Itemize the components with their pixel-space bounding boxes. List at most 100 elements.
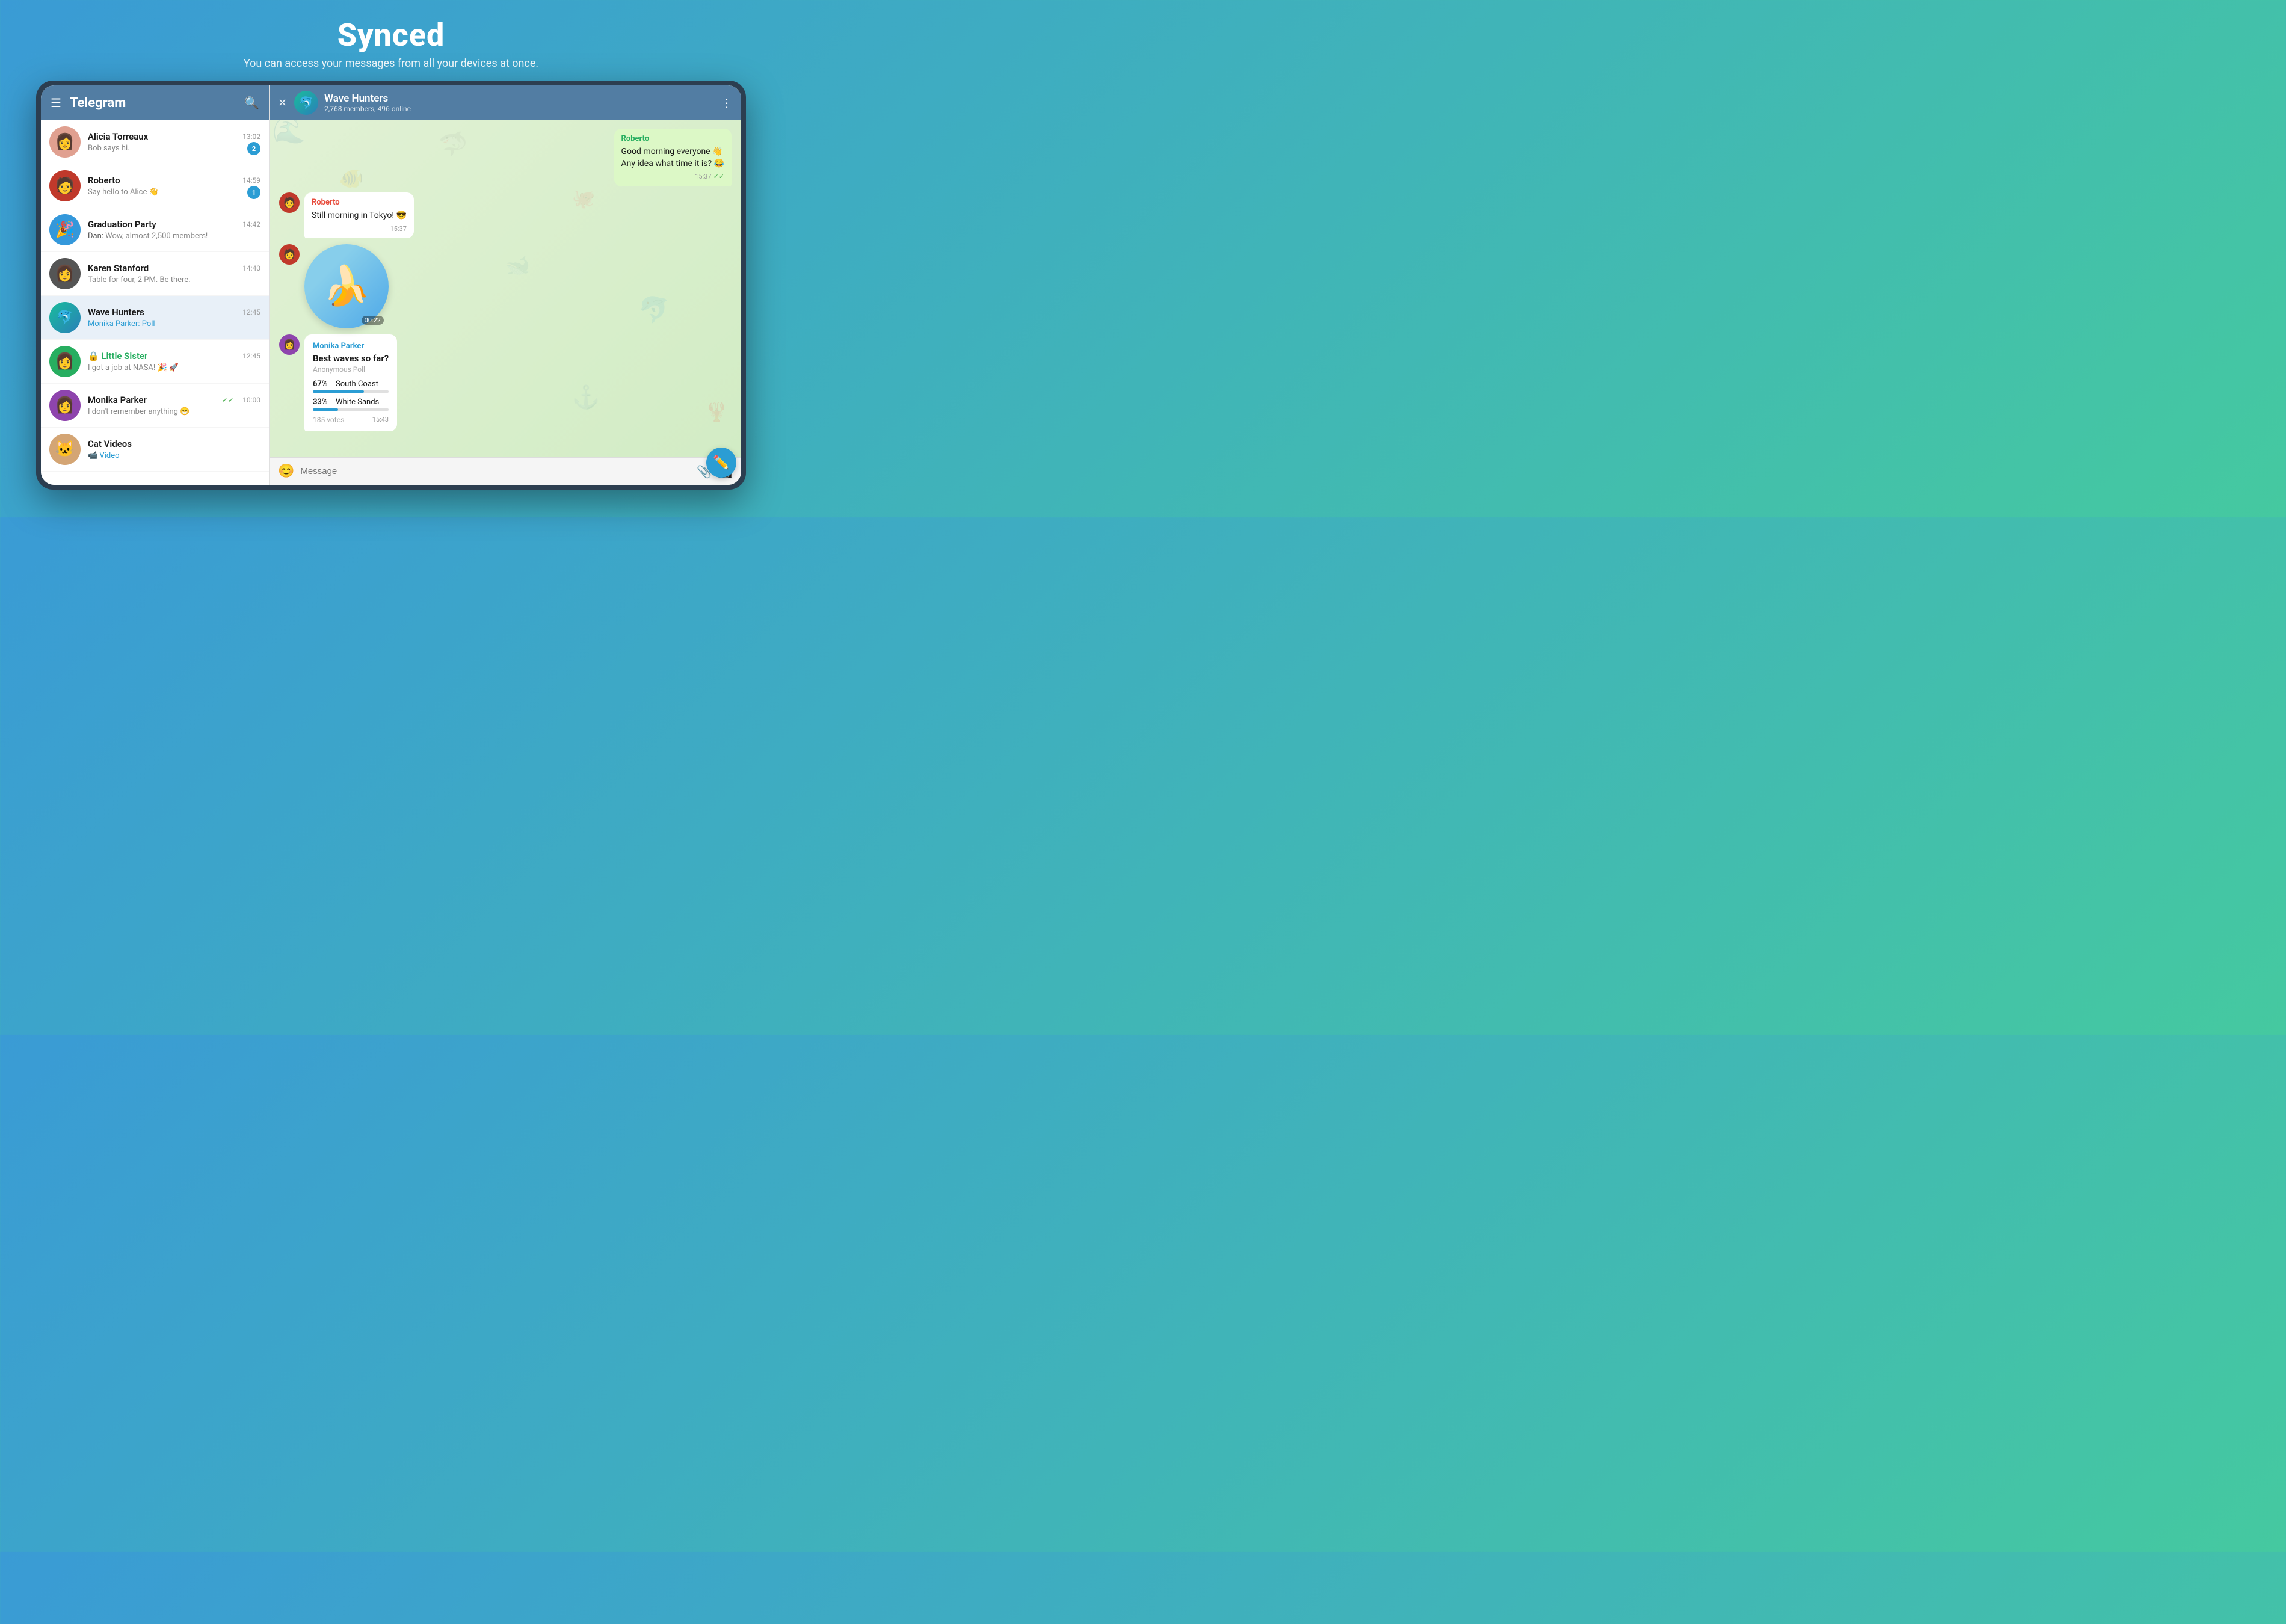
page-header: Synced You can access your messages from…	[244, 0, 538, 81]
close-button[interactable]: ✕	[278, 97, 287, 109]
chat-info: 🔒 Little Sister 12:45 I got a job at NAS…	[88, 351, 260, 372]
chat-info: Wave Hunters 12:45 Monika Parker: Poll	[88, 307, 260, 328]
chat-item-wavehunters[interactable]: 🐬 Wave Hunters 12:45 Monika Parker: Poll	[41, 296, 269, 340]
group-members: 2,768 members, 496 online	[324, 105, 721, 113]
app-container: ☰ Telegram 🔍 👩 Alicia Torreaux 13:02	[41, 85, 741, 485]
chat-list: 👩 Alicia Torreaux 13:02 Bob says hi. 2	[41, 120, 269, 485]
chat-info: Roberto 14:59 Say hello to Alice 👋	[88, 175, 260, 197]
chat-name: Wave Hunters	[88, 307, 144, 318]
unread-badge: 2	[247, 142, 260, 155]
read-ticks: ✓✓	[222, 396, 234, 404]
app-title: Telegram	[70, 96, 244, 111]
chat-time: 10:00	[242, 396, 260, 404]
chat-time: 14:42	[242, 220, 260, 229]
emoji-button[interactable]: 😊	[278, 464, 294, 479]
messages-area: Roberto Good morning everyone 👋Any idea …	[270, 120, 741, 457]
chat-preview: Table for four, 2 PM. Be there.	[88, 275, 260, 285]
chat-preview: Say hello to Alice 👋	[88, 188, 260, 197]
compose-button[interactable]: ✏️	[706, 448, 736, 478]
sidebar: ☰ Telegram 🔍 👩 Alicia Torreaux 13:02	[41, 85, 270, 485]
chat-item-catvideos[interactable]: 🐱 Cat Videos 📹 Video	[41, 428, 269, 472]
chat-info: Monika Parker ✓✓ 10:00 I don't remember …	[88, 395, 260, 416]
avatar: 👩	[49, 126, 81, 158]
chat-preview: I got a job at NASA! 🎉 🚀	[88, 363, 260, 372]
chat-time: 14:59	[242, 176, 260, 185]
chat-name: Alicia Torreaux	[88, 131, 148, 142]
avatar: 🐬	[49, 302, 81, 333]
chat-info: Graduation Party 14:42 Dan: Wow, almost …	[88, 219, 260, 241]
chat-info: Cat Videos 📹 Video	[88, 438, 260, 460]
chat-item-karen[interactable]: 👩 Karen Stanford 14:40 Table for four, 2…	[41, 252, 269, 296]
chat-time: 12:45	[242, 308, 260, 316]
chat-item-monika[interactable]: 👩 Monika Parker ✓✓ 10:00 I don't remembe…	[41, 384, 269, 428]
message-text: Good morning everyone 👋Any idea what tim…	[621, 146, 724, 170]
chat-item-graduation[interactable]: 🎉 Graduation Party 14:42 Dan: Wow, almos…	[41, 208, 269, 252]
chat-input-area: 😊 📎 📷	[270, 457, 741, 485]
avatar: 🎉	[49, 214, 81, 245]
message-avatar: 🧑	[279, 192, 300, 213]
avatar: 👩	[49, 258, 81, 289]
device-inner: ☰ Telegram 🔍 👩 Alicia Torreaux 13:02	[41, 85, 741, 485]
poll-time: 15:43	[372, 416, 389, 423]
message-row-poll: 👩 Monika Parker Best waves so far? Anony…	[279, 334, 732, 431]
poll-option-2[interactable]: 33% White Sands	[313, 398, 389, 411]
chat-preview: Bob says hi.	[88, 144, 260, 153]
chat-name: Graduation Party	[88, 219, 156, 230]
page-title: Synced	[244, 17, 538, 54]
chat-name: Monika Parker	[88, 395, 147, 405]
message-bubble-left: Roberto Still morning in Tokyo! 😎 15:37	[304, 192, 414, 238]
poll-bar-2	[313, 408, 338, 411]
avatar: 👩	[49, 346, 81, 377]
chat-item-littlesister[interactable]: 👩 🔒 Little Sister 12:45 I got a job at N…	[41, 340, 269, 384]
chat-preview: Dan: Wow, almost 2,500 members!	[88, 232, 260, 241]
poll-pct-2: 33%	[313, 398, 332, 407]
chat-info: Karen Stanford 14:40 Table for four, 2 P…	[88, 263, 260, 285]
message-bubble-right: Roberto Good morning everyone 👋Any idea …	[614, 129, 732, 186]
message-row-2: 🧑 Roberto Still morning in Tokyo! 😎 15:3…	[279, 192, 732, 238]
menu-icon[interactable]: ☰	[51, 96, 61, 110]
poll-avatar: 👩	[279, 334, 300, 355]
chat-time: 14:40	[242, 264, 260, 272]
poll-bar-1	[313, 390, 364, 393]
sidebar-header: ☰ Telegram 🔍	[41, 85, 269, 120]
chat-name: Roberto	[88, 175, 120, 186]
message-row-sticker: 🧑 🍌 00:22	[279, 244, 732, 328]
page-subtitle: You can access your messages from all yo…	[244, 57, 538, 70]
poll-label-2: White Sands	[336, 398, 379, 407]
poll-votes: 185 votes	[313, 416, 344, 424]
search-icon[interactable]: 🔍	[244, 96, 259, 110]
poll-bubble: Monika Parker Best waves so far? Anonymo…	[304, 334, 397, 431]
chat-item-alicia[interactable]: 👩 Alicia Torreaux 13:02 Bob says hi. 2	[41, 120, 269, 164]
chat-name: Cat Videos	[88, 438, 132, 449]
message-time: 15:37	[695, 172, 711, 181]
chat-time: 13:02	[242, 132, 260, 141]
chat-name: 🔒 Little Sister	[88, 351, 147, 361]
sticker-duration: 00:22	[362, 316, 384, 325]
message-time: 15:37	[390, 224, 407, 233]
chat-info: Alicia Torreaux 13:02 Bob says hi.	[88, 131, 260, 153]
message-sender-left: Roberto	[312, 197, 407, 208]
avatar: 👩	[49, 390, 81, 421]
message-sender-right: Roberto	[621, 134, 724, 144]
sticker-message: 🍌 00:22	[304, 244, 389, 328]
avatar: 🧑	[49, 170, 81, 201]
chat-item-roberto[interactable]: 🧑 Roberto 14:59 Say hello to Alice 👋 1	[41, 164, 269, 208]
more-button[interactable]: ⋮	[721, 96, 733, 110]
chat-area: 🌊 🐠 🦈 🐙 🐚 🦑 🐋 🐬 🌊 ⚓ 🦞 ✕ 🐬	[270, 85, 741, 485]
sticker-avatar: 🧑	[279, 244, 300, 265]
message-row-1: Roberto Good morning everyone 👋Any idea …	[279, 129, 732, 186]
unread-badge: 1	[247, 186, 260, 199]
poll-sender: Monika Parker	[313, 342, 389, 351]
message-input[interactable]	[300, 466, 691, 476]
chat-header: ✕ 🐬 Wave Hunters 2,768 members, 496 onli…	[270, 85, 741, 120]
avatar: 🐱	[49, 434, 81, 465]
message-ticks: ✓✓	[713, 172, 724, 181]
message-text: Still morning in Tokyo! 😎	[312, 210, 407, 222]
chat-preview: Monika Parker: Poll	[88, 319, 260, 328]
group-info: Wave Hunters 2,768 members, 496 online	[324, 93, 721, 113]
chat-time: 12:45	[242, 352, 260, 360]
poll-pct-1: 67%	[313, 380, 332, 389]
poll-label-1: South Coast	[336, 380, 378, 389]
poll-option-1[interactable]: 67% South Coast	[313, 380, 389, 393]
chat-preview: I don't remember anything 😁	[88, 407, 260, 416]
